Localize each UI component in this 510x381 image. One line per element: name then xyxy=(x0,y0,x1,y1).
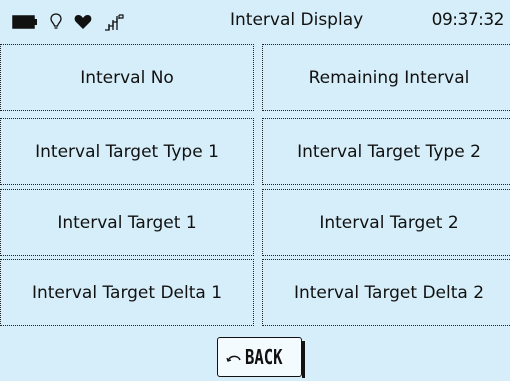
back-arrow-icon xyxy=(226,348,242,367)
interval-no-cell[interactable]: Interval No xyxy=(0,44,254,111)
interval-target-type-1-cell[interactable]: Interval Target Type 1 xyxy=(0,118,254,185)
back-label: BACK xyxy=(244,345,283,369)
interval-target-2-cell[interactable]: Interval Target 2 xyxy=(262,189,510,256)
interval-target-type-2-cell[interactable]: Interval Target Type 2 xyxy=(262,118,510,185)
interval-target-1-cell[interactable]: Interval Target 1 xyxy=(0,189,254,256)
interval-target-delta-1-cell[interactable]: Interval Target Delta 1 xyxy=(0,259,254,326)
interval-grid: Interval No Remaining Interval Interval … xyxy=(0,0,510,381)
back-button[interactable]: BACK xyxy=(217,337,305,378)
remaining-interval-cell[interactable]: Remaining Interval xyxy=(262,44,510,111)
interval-target-delta-2-cell[interactable]: Interval Target Delta 2 xyxy=(262,259,510,326)
